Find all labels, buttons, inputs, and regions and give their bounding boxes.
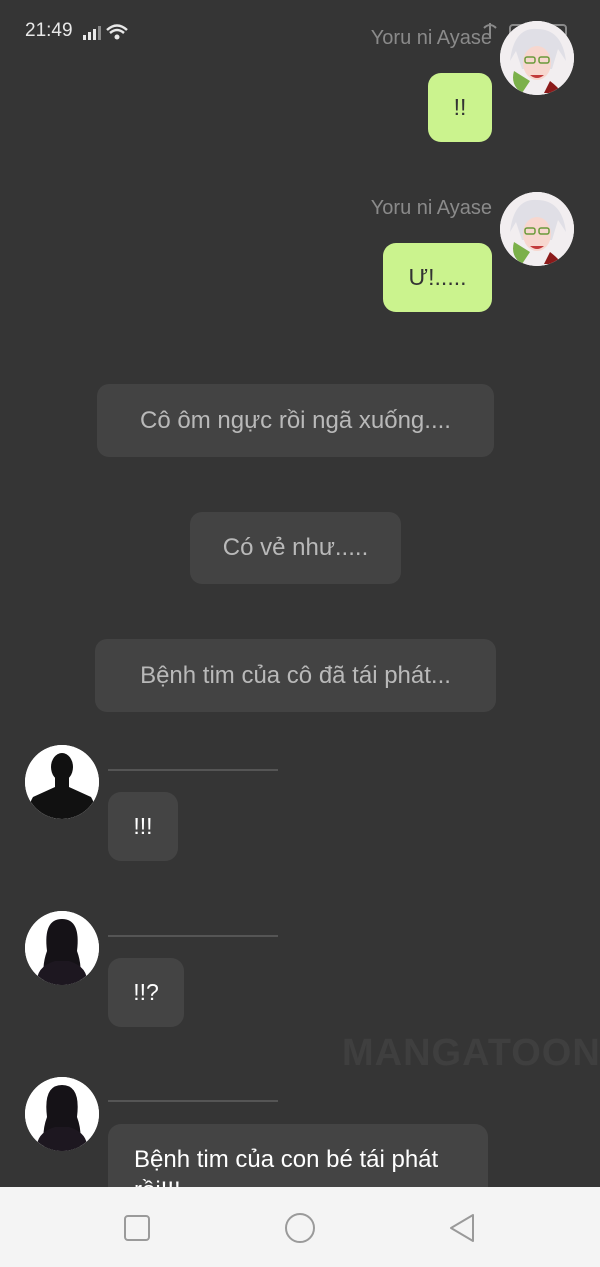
mangatoon-watermark: MANGATOON	[342, 1032, 600, 1074]
home-button-icon[interactable]	[284, 1212, 316, 1244]
sender-name: Yoru ni Ayase	[370, 197, 492, 219]
message-bubble-other: !!?	[108, 958, 184, 1027]
narration-bubble: Bệnh tim của cô đã tái phát...	[95, 639, 496, 712]
system-navigation-bar	[0, 1187, 600, 1267]
message-bubble-self: !!	[428, 73, 492, 142]
signal-wifi-icons	[83, 22, 131, 46]
narration-bubble: Có vẻ như.....	[190, 512, 401, 584]
narration-bubble: Cô ôm ngực rồi ngã xuống....	[97, 384, 494, 457]
sender-name: Yoru ni Ayase	[370, 27, 492, 49]
back-button-icon[interactable]	[447, 1212, 479, 1244]
avatar-silhouette-male[interactable]	[25, 745, 99, 819]
name-placeholder-line	[108, 769, 278, 771]
recents-button-icon[interactable]	[121, 1212, 153, 1244]
avatar-silhouette-female[interactable]	[25, 911, 99, 985]
avatar-yoru[interactable]	[500, 192, 574, 266]
message-bubble-other: !!!	[108, 792, 178, 861]
message-bubble-self: Ư!.....	[383, 243, 492, 312]
name-placeholder-line	[108, 1100, 278, 1102]
avatar-silhouette-female[interactable]	[25, 1077, 99, 1151]
name-placeholder-line	[108, 935, 278, 937]
avatar-yoru[interactable]	[500, 21, 574, 95]
status-time: 21:49	[25, 20, 73, 41]
